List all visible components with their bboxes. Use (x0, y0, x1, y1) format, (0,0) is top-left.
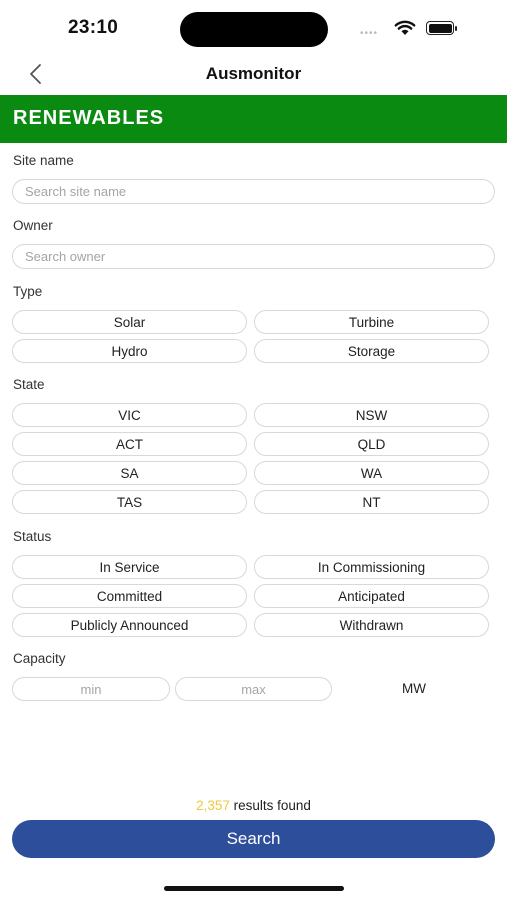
search-button-label: Search (226, 829, 281, 848)
owner-label: Owner (13, 218, 53, 233)
capacity-min-input[interactable] (12, 677, 170, 701)
results-summary: 2,357 results found (0, 798, 507, 813)
status-label: Status (13, 529, 52, 544)
dynamic-island (180, 12, 328, 47)
banner-title: RENEWABLES (13, 107, 165, 129)
type-option-storage[interactable]: Storage (254, 339, 489, 363)
state-label: State (13, 377, 45, 392)
status-option-in-service[interactable]: In Service (12, 555, 247, 579)
status-option-committed[interactable]: Committed (12, 584, 247, 608)
capacity-label: Capacity (13, 651, 66, 666)
state-option-qld[interactable]: QLD (254, 432, 489, 456)
renewables-banner: RENEWABLES (0, 95, 507, 143)
type-option-solar[interactable]: Solar (12, 310, 247, 334)
home-indicator (164, 886, 344, 891)
state-option-tas[interactable]: TAS (12, 490, 247, 514)
status-option-withdrawn[interactable]: Withdrawn (254, 613, 489, 637)
site-name-input[interactable] (12, 179, 495, 204)
state-option-vic[interactable]: VIC (12, 403, 247, 427)
capacity-max-input[interactable] (175, 677, 332, 701)
battery-icon (426, 21, 457, 35)
state-option-act[interactable]: ACT (12, 432, 247, 456)
state-option-nt[interactable]: NT (254, 490, 489, 514)
state-option-wa[interactable]: WA (254, 461, 489, 485)
search-button[interactable]: Search (12, 820, 495, 858)
capacity-unit: MW (402, 681, 426, 696)
owner-input[interactable] (12, 244, 495, 269)
site-name-label: Site name (13, 153, 74, 168)
type-label: Type (13, 284, 43, 299)
type-option-turbine[interactable]: Turbine (254, 310, 489, 334)
type-option-hydro[interactable]: Hydro (12, 339, 247, 363)
nav-title: Ausmonitor (205, 64, 302, 83)
results-count: 2,357 (196, 798, 230, 813)
state-option-sa[interactable]: SA (12, 461, 247, 485)
wifi-icon (394, 20, 416, 35)
status-option-in-commissioning[interactable]: In Commissioning (254, 555, 489, 579)
signal-icon: •••• (360, 28, 379, 39)
status-option-anticipated[interactable]: Anticipated (254, 584, 489, 608)
status-time: 23:10 (68, 17, 119, 38)
status-option-publicly-announced[interactable]: Publicly Announced (12, 613, 247, 637)
results-text: results found (233, 798, 311, 813)
state-option-nsw[interactable]: NSW (254, 403, 489, 427)
